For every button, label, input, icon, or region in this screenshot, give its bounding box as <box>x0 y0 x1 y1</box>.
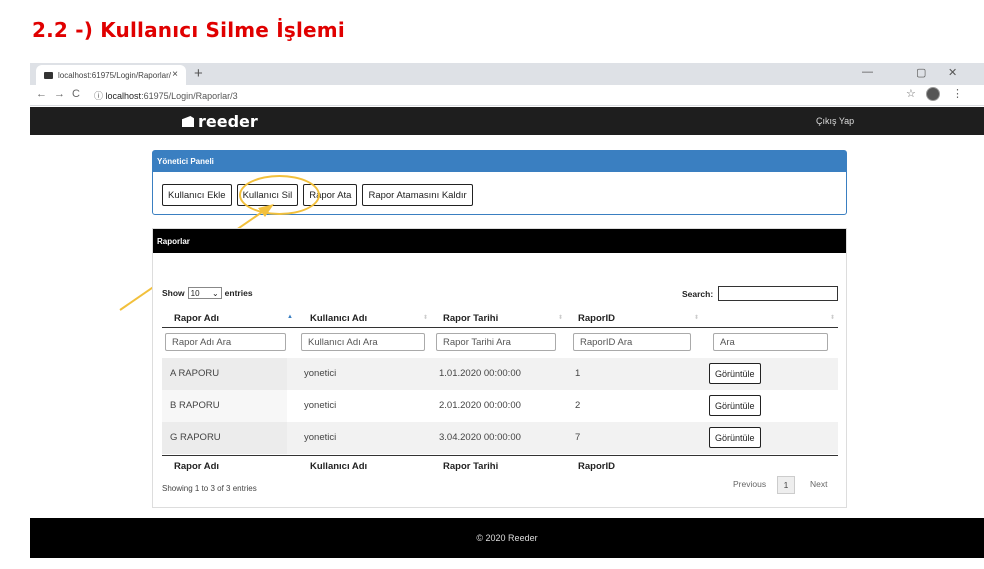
view-button[interactable]: Görüntüle <box>709 395 761 416</box>
url-path: :61975/Login/Raporlar/3 <box>141 91 238 101</box>
profile-avatar-icon[interactable] <box>926 87 940 101</box>
browser-tab-strip: localhost:61975/Login/Raporlar/ × + — ▢ … <box>30 63 984 85</box>
maximize-button[interactable]: ▢ <box>916 66 926 79</box>
search-label: Search: <box>682 289 714 299</box>
cell-report-id: 2 <box>575 400 581 411</box>
filter-username[interactable]: Kullanıcı Adı Ara <box>301 333 425 351</box>
favicon-icon <box>44 71 53 79</box>
cell-report-date: 1.01.2020 00:00:00 <box>439 368 521 379</box>
reports-panel-title: Raporlar <box>153 229 846 253</box>
footer-report-name: Rapor Adı <box>174 461 220 472</box>
entries-label: entries <box>224 288 253 298</box>
tab-title: localhost:61975/Login/Raporlar/ <box>58 70 171 80</box>
next-button[interactable]: Next <box>810 479 827 489</box>
brand-name: reeder <box>198 112 258 131</box>
cell-report-id: 7 <box>575 432 581 443</box>
browser-menu-icon[interactable]: ⋮ <box>952 87 963 100</box>
reeder-logo-icon <box>182 116 194 127</box>
filter-report-date[interactable]: Rapor Tarihi Ara <box>436 333 556 351</box>
close-window-button[interactable]: ✕ <box>948 66 957 79</box>
logout-link[interactable]: Çıkış Yap <box>816 116 854 126</box>
table-row: A RAPORU yonetici 1.01.2020 00:00:00 1 G… <box>162 358 838 390</box>
view-button[interactable]: Görüntüle <box>709 363 761 384</box>
page-heading: 2.2 -) Kullanıcı Silme İşlemi <box>32 18 345 42</box>
footer-divider <box>162 455 838 456</box>
highlight-ellipse <box>239 175 320 215</box>
column-header-report-id[interactable]: RaporID <box>578 313 615 324</box>
show-label: Show <box>162 288 185 298</box>
page-1-button[interactable]: 1 <box>777 476 795 494</box>
footer-report-id: RaporID <box>578 461 615 472</box>
column-header-username[interactable]: Kullanıcı Adı <box>310 313 367 324</box>
cell-report-date: 2.01.2020 00:00:00 <box>439 400 521 411</box>
cell-report-name: A RAPORU <box>162 358 287 390</box>
chevron-down-icon: ⌄ <box>211 288 219 298</box>
sort-both-icon[interactable]: ⬍ <box>694 314 699 321</box>
previous-button[interactable]: Previous <box>733 479 766 489</box>
page-length-control: Show 10 ⌄ entries <box>162 287 253 299</box>
unassign-report-button[interactable]: Rapor Atamasını Kaldır <box>362 184 473 206</box>
search-input[interactable] <box>718 286 838 301</box>
filter-report-id[interactable]: RaporID Ara <box>573 333 691 351</box>
new-tab-button[interactable]: + <box>194 65 203 82</box>
header-divider <box>162 327 838 328</box>
column-header-report-name[interactable]: Rapor Adı <box>174 313 219 324</box>
cell-report-id: 1 <box>575 368 581 379</box>
sort-both-icon[interactable]: ⬍ <box>558 314 563 321</box>
url-field[interactable]: ⓘ localhost:61975/Login/Raporlar/3 <box>94 89 238 102</box>
sort-both-icon[interactable]: ⬍ <box>830 314 835 321</box>
table-info: Showing 1 to 3 of 3 entries <box>162 484 257 493</box>
forward-icon[interactable]: → <box>54 88 65 100</box>
sort-asc-icon[interactable]: ▲ <box>287 314 293 320</box>
browser-address-bar: ← → C ⓘ localhost:61975/Login/Raporlar/3… <box>30 85 984 106</box>
filter-action[interactable]: Ara <box>713 333 828 351</box>
bookmark-star-icon[interactable]: ☆ <box>906 87 916 100</box>
add-user-button[interactable]: Kullanıcı Ekle <box>162 184 232 206</box>
entries-select[interactable]: 10 ⌄ <box>187 287 222 299</box>
footer-copyright: © 2020 Reeder <box>476 533 538 543</box>
brand-logo[interactable]: reeder <box>182 112 258 131</box>
column-header-report-date[interactable]: Rapor Tarihi <box>443 313 498 324</box>
cell-report-name: G RAPORU <box>162 422 287 454</box>
cell-report-name: B RAPORU <box>162 390 287 422</box>
footer-username: Kullanıcı Adı <box>310 461 368 472</box>
tab-close-icon[interactable]: × <box>172 69 178 80</box>
cell-username: yonetici <box>304 368 337 379</box>
entries-value: 10 <box>190 288 200 298</box>
reload-icon[interactable]: C <box>72 88 80 100</box>
admin-panel-title: Yönetici Paneli <box>153 151 846 172</box>
sort-both-icon[interactable]: ⬍ <box>423 314 428 321</box>
footer-report-date: Rapor Tarihi <box>443 461 499 472</box>
cell-username: yonetici <box>304 432 337 443</box>
table-row: B RAPORU yonetici 2.01.2020 00:00:00 2 G… <box>162 390 838 422</box>
back-icon[interactable]: ← <box>36 88 47 100</box>
site-info-icon[interactable]: ⓘ <box>94 91 103 101</box>
browser-tab[interactable]: localhost:61975/Login/Raporlar/ × <box>36 65 186 85</box>
filter-report-name[interactable]: Rapor Adı Ara <box>165 333 286 351</box>
url-host: localhost <box>105 91 142 101</box>
app-navbar: reeder Çıkış Yap <box>30 107 984 135</box>
table-row: G RAPORU yonetici 3.04.2020 00:00:00 7 G… <box>162 422 838 454</box>
reports-panel: Raporlar Show 10 ⌄ entries Search: Rapor… <box>152 228 847 508</box>
cell-username: yonetici <box>304 400 337 411</box>
view-button[interactable]: Görüntüle <box>709 427 761 448</box>
cell-report-date: 3.04.2020 00:00:00 <box>439 432 521 443</box>
minimize-button[interactable]: — <box>862 66 873 78</box>
app-footer: © 2020 Reeder <box>30 518 984 558</box>
